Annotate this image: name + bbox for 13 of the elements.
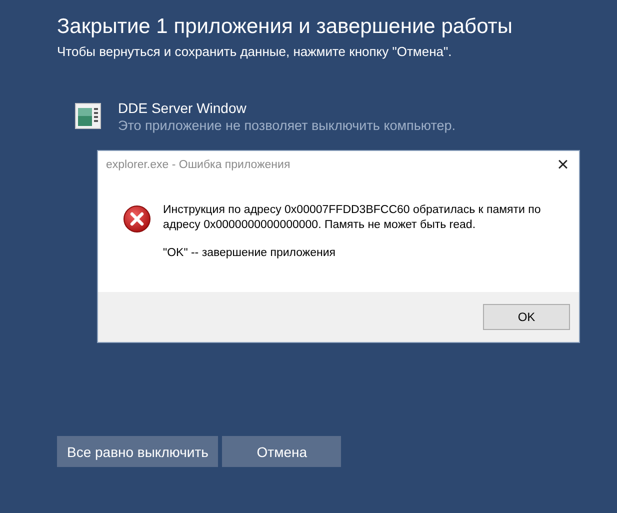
- screen-subtitle: Чтобы вернуться и сохранить данные, нажмите кнопку "Отмена".: [57, 44, 453, 59]
- window-icon: [75, 103, 101, 129]
- error-hint: "OK" -- завершение приложения: [163, 247, 336, 259]
- close-button[interactable]: ×: [547, 153, 579, 177]
- ok-button[interactable]: OK: [483, 304, 570, 330]
- app-status: Это приложение не позволяет выключить компьютер.: [118, 118, 456, 134]
- shutdown-button[interactable]: Отмена: [222, 436, 342, 467]
- error-message: Инструкция по адресу 0x00007FFDD3BFCC60 обратилась к памяти по адресу 0x0000000000000000. Память не может быть read.: [163, 203, 542, 233]
- shutdown-button[interactable]: Все равно выключить: [57, 436, 218, 467]
- app-name: DDE Server Window: [118, 99, 248, 117]
- error-icon: [123, 205, 151, 233]
- dialog-title: explorer.exe - Ошибка приложения: [106, 159, 290, 171]
- screen-title: Закрытие 1 приложения и завершение работы: [57, 14, 514, 40]
